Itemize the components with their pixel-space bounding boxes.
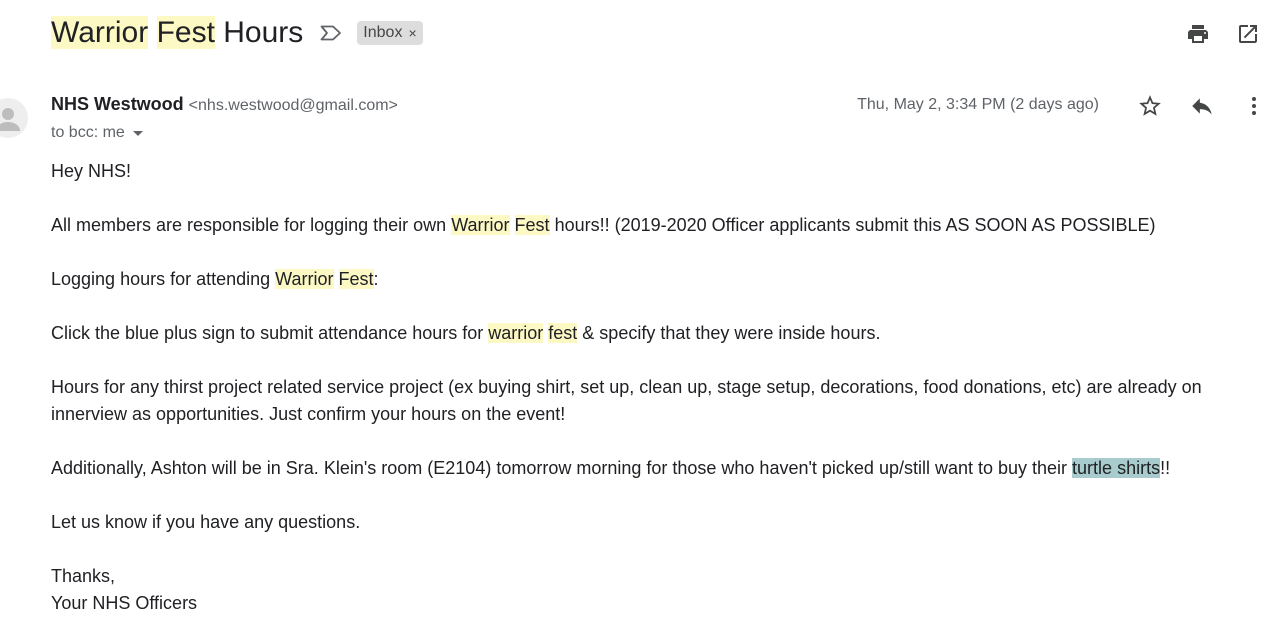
- sender-name[interactable]: NHS Westwood: [51, 94, 184, 115]
- sender-avatar[interactable]: [0, 98, 28, 138]
- label-outline-icon[interactable]: [319, 21, 343, 45]
- print-icon[interactable]: [1182, 18, 1214, 50]
- message-date: Thu, May 2, 3:34 PM (2 days ago): [857, 96, 1099, 113]
- recipients-line[interactable]: to bcc: me: [51, 124, 143, 142]
- caret-down-icon[interactable]: [132, 130, 143, 136]
- subject-highlight: Fest: [156, 16, 215, 49]
- body-paragraph: Hey NHS!: [51, 161, 132, 181]
- selected-text: turtle shirts: [1072, 458, 1161, 478]
- recipients-text: to bcc: me: [51, 124, 125, 141]
- search-highlight: fest: [548, 323, 578, 343]
- body-text: [510, 215, 515, 235]
- body-text: hours!! (2019-2020 Officer applicants su…: [549, 215, 1156, 235]
- message-actions: [1134, 90, 1270, 122]
- subject-text: Hours: [223, 16, 304, 49]
- subject-row: Warrior Fest Hours Inbox ×: [51, 12, 423, 54]
- body-text: Additionally, Ashton will be in Sra. Kle…: [51, 458, 1073, 478]
- reply-icon[interactable]: [1186, 90, 1218, 122]
- sender-row: NHS Westwood <nhs.westwood@gmail.com>: [51, 94, 398, 118]
- email-view: Warrior Fest Hours Inbox × NHS Westwood …: [0, 0, 1280, 623]
- sender-email: <nhs.westwood@gmail.com>: [188, 97, 398, 114]
- body-text: Click the blue plus sign to submit atten…: [51, 323, 489, 343]
- body-text: & specify that they were inside hours.: [577, 323, 881, 343]
- label-chip-text: Inbox: [363, 24, 403, 41]
- remove-label-button[interactable]: ×: [408, 25, 416, 41]
- body-text: [334, 269, 339, 289]
- body-paragraph: Hours for any thirst project related ser…: [51, 377, 1202, 424]
- body-paragraph: Logging hours for attending Warrior Fest…: [51, 266, 1251, 293]
- body-paragraph: Additionally, Ashton will be in Sra. Kle…: [51, 455, 1251, 482]
- search-highlight: warrior: [488, 323, 544, 343]
- email-subject: Warrior Fest Hours: [51, 12, 303, 54]
- search-highlight: Fest: [514, 215, 550, 235]
- search-highlight: Fest: [338, 269, 374, 289]
- search-highlight: Warrior: [451, 215, 510, 235]
- signoff-line: Thanks,: [51, 566, 116, 586]
- star-outline-icon[interactable]: [1134, 90, 1166, 122]
- body-paragraph: Click the blue plus sign to submit atten…: [51, 320, 1251, 347]
- message-body: Hey NHS! All members are responsible for…: [51, 158, 1251, 617]
- body-text: All members are responsible for logging …: [51, 215, 452, 235]
- body-text: :: [373, 269, 379, 289]
- search-highlight: Warrior: [275, 269, 334, 289]
- body-text: Logging hours for attending: [51, 269, 276, 289]
- open-in-new-window-icon[interactable]: [1232, 18, 1264, 50]
- body-paragraph: All members are responsible for logging …: [51, 212, 1251, 239]
- subject-highlight: Warrior: [51, 16, 149, 49]
- body-paragraph: Let us know if you have any questions.: [51, 512, 361, 532]
- more-vertical-icon[interactable]: [1238, 90, 1270, 122]
- body-text: !!: [1160, 458, 1171, 478]
- person-icon: [0, 108, 20, 131]
- signoff-line: Your NHS Officers: [51, 593, 198, 613]
- thread-actions: [1182, 18, 1264, 50]
- inbox-label-chip: Inbox ×: [357, 21, 423, 45]
